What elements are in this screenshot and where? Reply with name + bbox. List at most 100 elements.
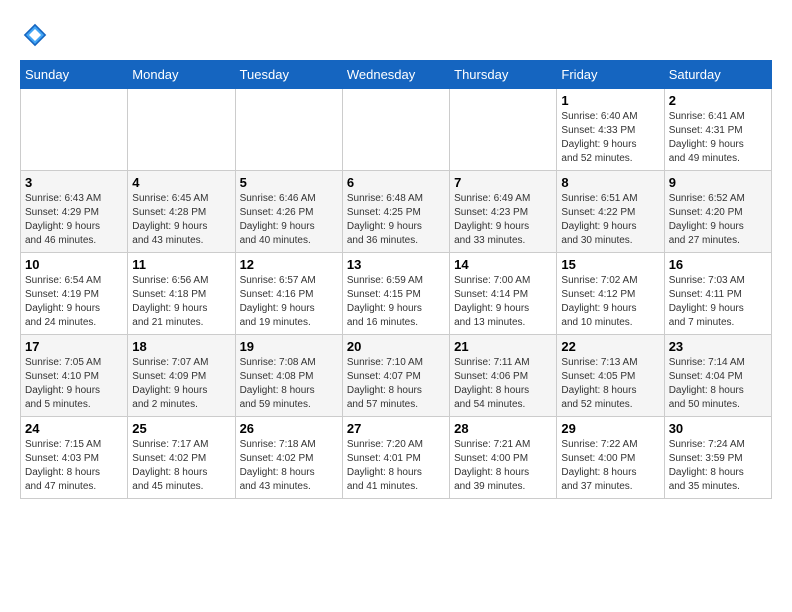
calendar-cell: 5 Sunrise: 6:46 AM Sunset: 4:26 PM Daylig… — [235, 171, 342, 253]
logo — [20, 20, 54, 50]
calendar-cell: 3 Sunrise: 6:43 AM Sunset: 4:29 PM Daylig… — [21, 171, 128, 253]
day-number: 12 — [240, 257, 338, 272]
day-number: 13 — [347, 257, 445, 272]
calendar-cell: 24Sunrise: 7:15 AM Sunset: 4:03 PM Dayli… — [21, 417, 128, 499]
day-info: Sunrise: 7:08 AM Sunset: 4:08 PM Dayligh… — [240, 356, 338, 412]
calendar-cell: 8 Sunrise: 6:51 AM Sunset: 4:22 PM Daylig… — [557, 171, 664, 253]
calendar-cell: 18 Sunrise: 7:07 AM Sunset: 4:09 PM Dayli… — [128, 335, 235, 417]
day-info: Sunrise: 6:43 AM Sunset: 4:29 PM Dayligh… — [25, 192, 123, 248]
calendar-cell: 22 Sunrise: 7:13 AM Sunset: 4:05 PM Dayli… — [557, 335, 664, 417]
day-info: Sunrise: 7:13 AM Sunset: 4:05 PM Dayligh… — [561, 356, 659, 412]
calendar-cell: 10 Sunrise: 6:54 AM Sunset: 4:19 PM Dayli… — [21, 253, 128, 335]
calendar-cell — [342, 89, 449, 171]
day-info: Sunrise: 7:15 AM Sunset: 4:03 PM Dayligh… — [25, 438, 123, 494]
day-info: Sunrise: 7:07 AM Sunset: 4:09 PM Dayligh… — [132, 356, 230, 412]
calendar-cell: 11 Sunrise: 6:56 AM Sunset: 4:18 PM Dayli… — [128, 253, 235, 335]
day-info: Sunrise: 7:02 AM Sunset: 4:12 PM Dayligh… — [561, 274, 659, 330]
day-info: Sunrise: 6:52 AM Sunset: 4:20 PM Dayligh… — [669, 192, 767, 248]
calendar-week-row: 10 Sunrise: 6:54 AM Sunset: 4:19 PM Dayli… — [21, 253, 772, 335]
day-number: 27 — [347, 421, 445, 436]
day-number: 7 — [454, 175, 552, 190]
day-info: Sunrise: 6:46 AM Sunset: 4:26 PM Dayligh… — [240, 192, 338, 248]
day-info: Sunrise: 7:05 AM Sunset: 4:10 PM Dayligh… — [25, 356, 123, 412]
day-number: 4 — [132, 175, 230, 190]
calendar-week-row: 1Sunrise: 6:40 AM Sunset: 4:33 PM Daylig… — [21, 89, 772, 171]
day-info: Sunrise: 6:45 AM Sunset: 4:28 PM Dayligh… — [132, 192, 230, 248]
calendar-cell: 21 Sunrise: 7:11 AM Sunset: 4:06 PM Dayli… — [450, 335, 557, 417]
calendar-cell: 9 Sunrise: 6:52 AM Sunset: 4:20 PM Daylig… — [664, 171, 771, 253]
calendar-cell: 17 Sunrise: 7:05 AM Sunset: 4:10 PM Dayli… — [21, 335, 128, 417]
calendar-week-row: 3 Sunrise: 6:43 AM Sunset: 4:29 PM Daylig… — [21, 171, 772, 253]
day-number: 23 — [669, 339, 767, 354]
day-number: 9 — [669, 175, 767, 190]
day-number: 17 — [25, 339, 123, 354]
day-info: Sunrise: 7:22 AM Sunset: 4:00 PM Dayligh… — [561, 438, 659, 494]
calendar-cell — [235, 89, 342, 171]
day-number: 29 — [561, 421, 659, 436]
calendar-cell: 20 Sunrise: 7:10 AM Sunset: 4:07 PM Dayli… — [342, 335, 449, 417]
weekday-header: Wednesday — [342, 61, 449, 89]
day-number: 21 — [454, 339, 552, 354]
day-info: Sunrise: 7:18 AM Sunset: 4:02 PM Dayligh… — [240, 438, 338, 494]
day-number: 30 — [669, 421, 767, 436]
calendar-cell: 19 Sunrise: 7:08 AM Sunset: 4:08 PM Dayli… — [235, 335, 342, 417]
calendar-cell: 2Sunrise: 6:41 AM Sunset: 4:31 PM Daylig… — [664, 89, 771, 171]
page-header — [20, 20, 772, 50]
calendar-cell: 27 Sunrise: 7:20 AM Sunset: 4:01 PM Dayli… — [342, 417, 449, 499]
day-number: 1 — [561, 93, 659, 108]
weekday-header: Monday — [128, 61, 235, 89]
day-info: Sunrise: 6:57 AM Sunset: 4:16 PM Dayligh… — [240, 274, 338, 330]
calendar-cell: 7 Sunrise: 6:49 AM Sunset: 4:23 PM Daylig… — [450, 171, 557, 253]
day-number: 3 — [25, 175, 123, 190]
day-number: 5 — [240, 175, 338, 190]
calendar-cell — [128, 89, 235, 171]
day-info: Sunrise: 6:51 AM Sunset: 4:22 PM Dayligh… — [561, 192, 659, 248]
calendar-cell: 23 Sunrise: 7:14 AM Sunset: 4:04 PM Dayli… — [664, 335, 771, 417]
day-info: Sunrise: 6:59 AM Sunset: 4:15 PM Dayligh… — [347, 274, 445, 330]
calendar-cell: 13 Sunrise: 6:59 AM Sunset: 4:15 PM Dayli… — [342, 253, 449, 335]
day-info: Sunrise: 6:48 AM Sunset: 4:25 PM Dayligh… — [347, 192, 445, 248]
calendar-cell — [21, 89, 128, 171]
weekday-header: Thursday — [450, 61, 557, 89]
calendar-cell: 26Sunrise: 7:18 AM Sunset: 4:02 PM Dayli… — [235, 417, 342, 499]
day-info: Sunrise: 7:11 AM Sunset: 4:06 PM Dayligh… — [454, 356, 552, 412]
calendar-cell: 15Sunrise: 7:02 AM Sunset: 4:12 PM Dayli… — [557, 253, 664, 335]
day-info: Sunrise: 6:49 AM Sunset: 4:23 PM Dayligh… — [454, 192, 552, 248]
day-number: 19 — [240, 339, 338, 354]
calendar-cell: 29 Sunrise: 7:22 AM Sunset: 4:00 PM Dayli… — [557, 417, 664, 499]
day-info: Sunrise: 7:14 AM Sunset: 4:04 PM Dayligh… — [669, 356, 767, 412]
day-info: Sunrise: 7:00 AM Sunset: 4:14 PM Dayligh… — [454, 274, 552, 330]
day-info: Sunrise: 6:56 AM Sunset: 4:18 PM Dayligh… — [132, 274, 230, 330]
day-number: 10 — [25, 257, 123, 272]
calendar-cell: 6 Sunrise: 6:48 AM Sunset: 4:25 PM Daylig… — [342, 171, 449, 253]
calendar-header-row: SundayMondayTuesdayWednesdayThursdayFrid… — [21, 61, 772, 89]
day-number: 8 — [561, 175, 659, 190]
day-number: 22 — [561, 339, 659, 354]
day-number: 11 — [132, 257, 230, 272]
logo-icon — [20, 20, 50, 50]
day-info: Sunrise: 7:17 AM Sunset: 4:02 PM Dayligh… — [132, 438, 230, 494]
day-number: 16 — [669, 257, 767, 272]
calendar-week-row: 17 Sunrise: 7:05 AM Sunset: 4:10 PM Dayli… — [21, 335, 772, 417]
day-number: 20 — [347, 339, 445, 354]
weekday-header: Friday — [557, 61, 664, 89]
calendar-cell: 4 Sunrise: 6:45 AM Sunset: 4:28 PM Daylig… — [128, 171, 235, 253]
day-number: 2 — [669, 93, 767, 108]
day-number: 6 — [347, 175, 445, 190]
day-info: Sunrise: 6:54 AM Sunset: 4:19 PM Dayligh… — [25, 274, 123, 330]
day-number: 28 — [454, 421, 552, 436]
weekday-header: Sunday — [21, 61, 128, 89]
day-info: Sunrise: 7:03 AM Sunset: 4:11 PM Dayligh… — [669, 274, 767, 330]
day-number: 14 — [454, 257, 552, 272]
calendar-cell — [450, 89, 557, 171]
day-info: Sunrise: 7:24 AM Sunset: 3:59 PM Dayligh… — [669, 438, 767, 494]
calendar-cell: 12 Sunrise: 6:57 AM Sunset: 4:16 PM Dayli… — [235, 253, 342, 335]
calendar-cell: 30 Sunrise: 7:24 AM Sunset: 3:59 PM Dayli… — [664, 417, 771, 499]
day-info: Sunrise: 7:10 AM Sunset: 4:07 PM Dayligh… — [347, 356, 445, 412]
calendar-cell: 25Sunrise: 7:17 AM Sunset: 4:02 PM Dayli… — [128, 417, 235, 499]
day-number: 18 — [132, 339, 230, 354]
calendar-cell: 16 Sunrise: 7:03 AM Sunset: 4:11 PM Dayli… — [664, 253, 771, 335]
day-info: Sunrise: 7:20 AM Sunset: 4:01 PM Dayligh… — [347, 438, 445, 494]
weekday-header: Tuesday — [235, 61, 342, 89]
calendar-week-row: 24Sunrise: 7:15 AM Sunset: 4:03 PM Dayli… — [21, 417, 772, 499]
